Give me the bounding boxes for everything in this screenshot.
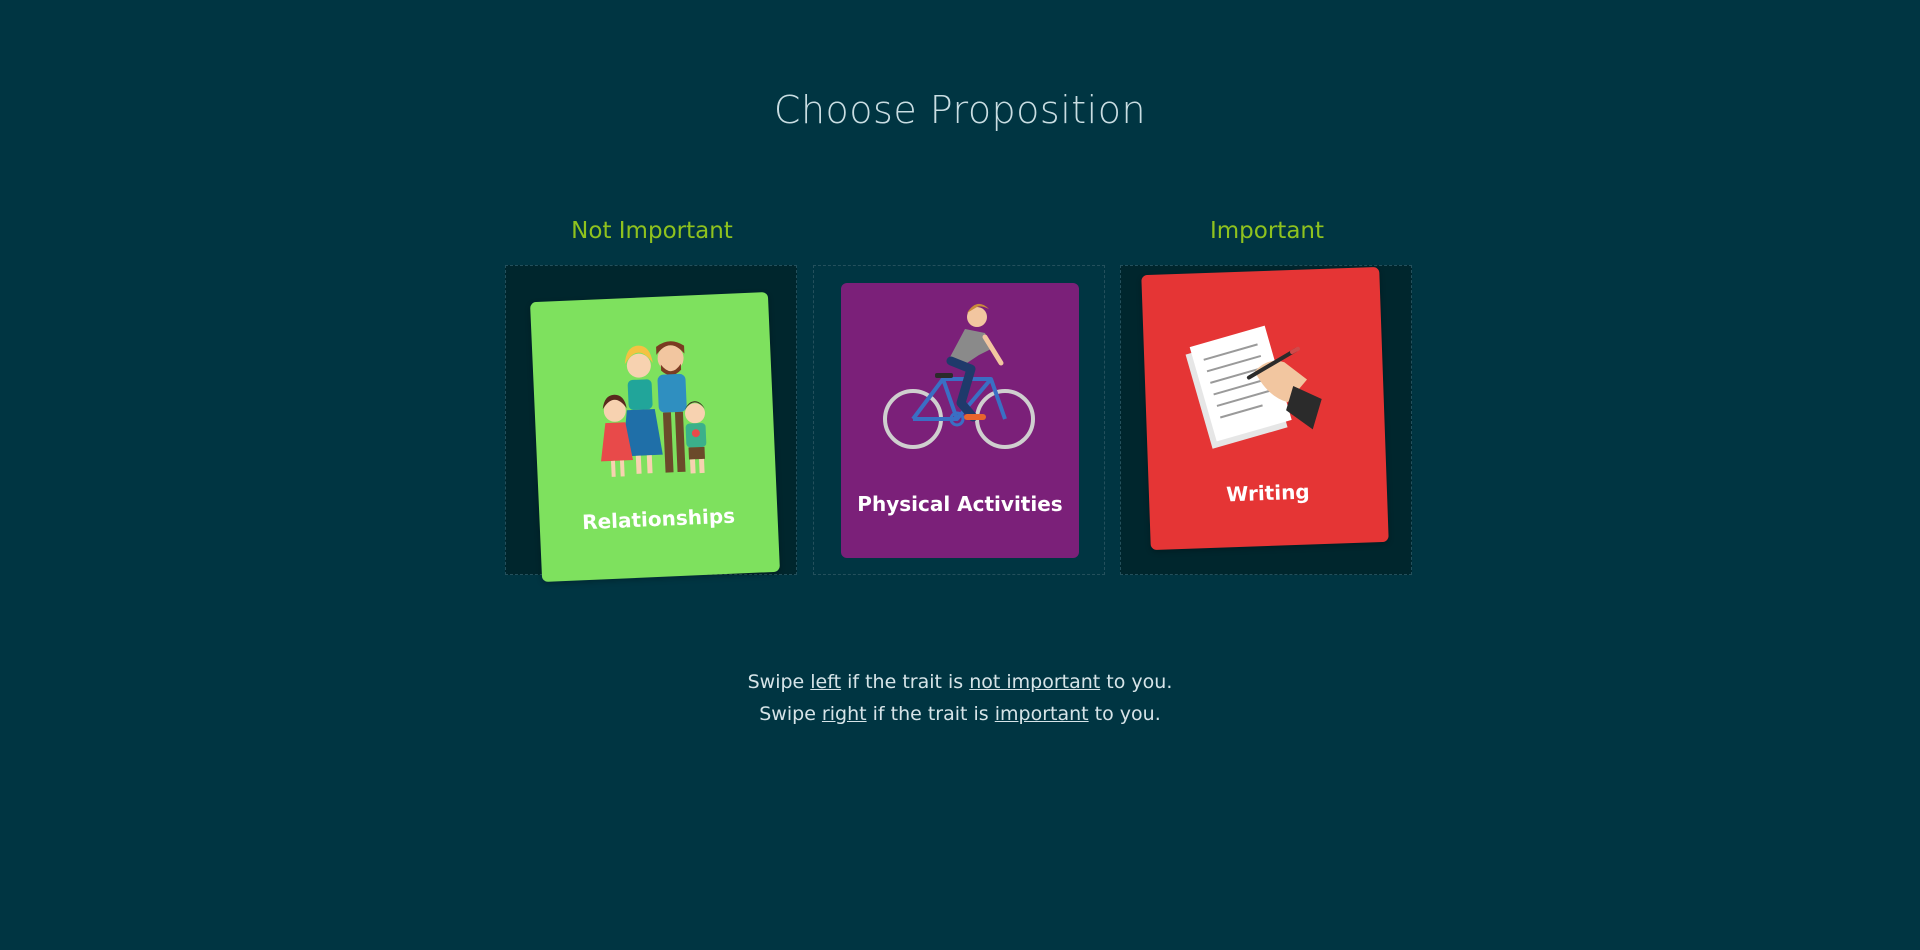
cyclist-illustration-icon: [883, 303, 1035, 449]
card-writing[interactable]: Writing: [1141, 266, 1389, 551]
instruction-emphasis-not-important: not important: [969, 671, 1101, 693]
page: Choose Proposition Not Important Importa…: [0, 0, 1920, 950]
family-illustration-icon: [601, 341, 707, 477]
instruction-direction-left: left: [810, 671, 842, 693]
instruction-text: Swipe: [759, 703, 822, 725]
instruction-text: to you.: [1088, 703, 1161, 725]
instruction-line-left: Swipe left if the trait is not important…: [0, 666, 1920, 698]
swipe-instructions: Swipe left if the trait is not important…: [0, 666, 1920, 730]
page-title: Choose Proposition: [773, 88, 1147, 132]
instruction-line-right: Swipe right if the trait is important to…: [0, 698, 1920, 730]
instruction-text: if the trait is: [866, 703, 995, 725]
instruction-text: to you.: [1100, 671, 1173, 693]
instruction-text: Swipe: [747, 671, 811, 693]
instruction-emphasis-important: important: [994, 703, 1089, 725]
card-physical-activities[interactable]: Physical Activities: [841, 283, 1079, 558]
important-label: Important: [1209, 218, 1325, 244]
card-physical-activities-label: Physical Activities: [857, 492, 1063, 516]
card-relationships[interactable]: Relationships: [530, 291, 780, 583]
instruction-direction-right: right: [821, 703, 867, 725]
writing-hand-illustration-icon: [1185, 325, 1322, 449]
instruction-text: if the trait is: [841, 671, 970, 693]
not-important-label: Not Important: [571, 218, 733, 244]
